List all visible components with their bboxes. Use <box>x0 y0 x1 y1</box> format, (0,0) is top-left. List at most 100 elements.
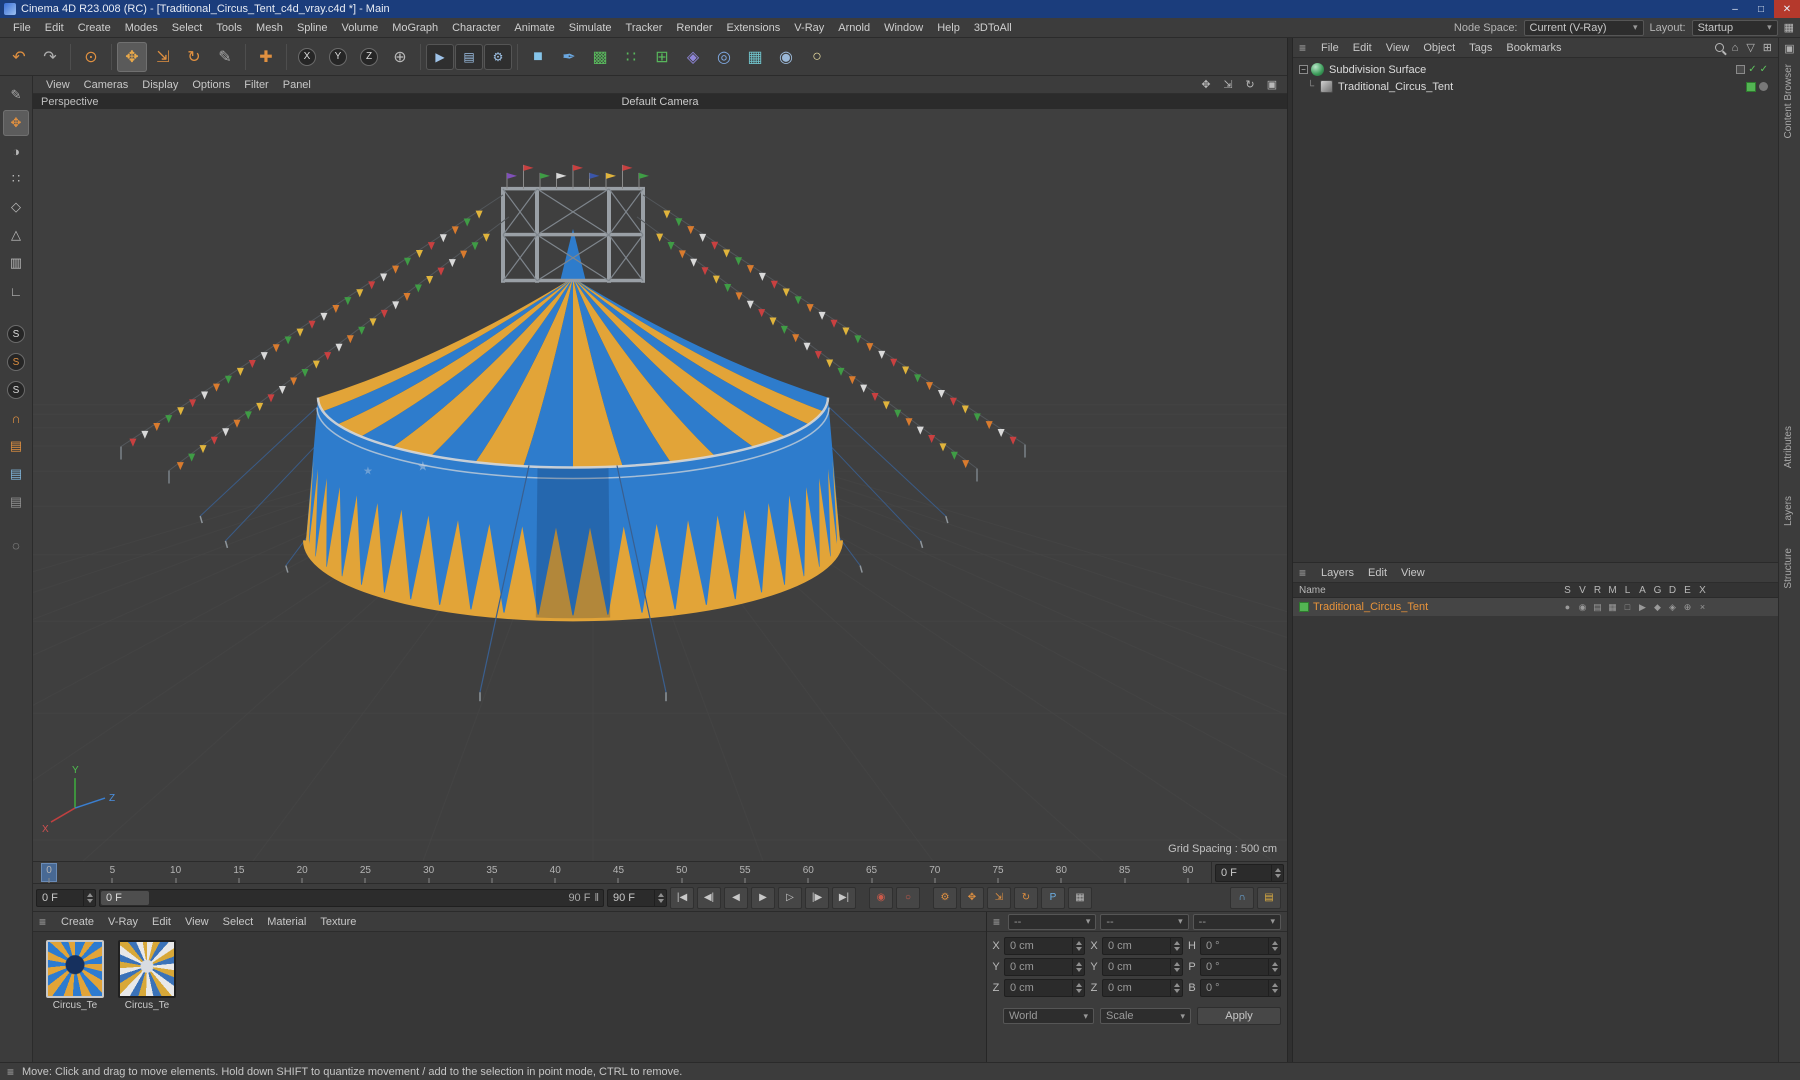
menu-volume[interactable]: Volume <box>335 18 386 37</box>
scale-tool-button[interactable]: ⇲ <box>148 42 178 72</box>
spinner-icon[interactable] <box>654 889 666 906</box>
search-icon[interactable] <box>1714 43 1724 52</box>
panel-dock-icon[interactable]: ▣ <box>1779 38 1800 55</box>
menu-edit[interactable]: Edit <box>38 18 71 37</box>
coord-field-size-x[interactable]: 0 cm <box>1102 937 1183 955</box>
layers-menu-layers[interactable]: Layers <box>1314 567 1361 579</box>
menu-v-ray[interactable]: V-Ray <box>787 18 831 37</box>
expand-toggle[interactable]: − <box>1299 65 1308 74</box>
add-field-button[interactable]: ▦ <box>740 42 770 72</box>
autokey-button[interactable]: ○ <box>896 886 920 909</box>
play-button[interactable]: ▶ <box>751 886 775 909</box>
layer-toggle-deformers-icon[interactable]: ◈ <box>1665 602 1680 613</box>
camera-label[interactable]: Default Camera <box>621 96 698 108</box>
side-tab-content-browser[interactable]: Content Browser <box>1783 64 1794 138</box>
axis-mode-button[interactable]: ∟ <box>3 278 29 304</box>
redo-button[interactable]: ↷ <box>35 42 65 72</box>
apply-button[interactable]: Apply <box>1197 1007 1281 1025</box>
coord-size-mode-select[interactable]: Scale ▾ <box>1100 1008 1191 1024</box>
menu-render[interactable]: Render <box>669 18 719 37</box>
polygons-mode-button[interactable]: △ <box>3 222 29 248</box>
prev-key-button[interactable]: ◀| <box>697 886 721 909</box>
hamburger-icon[interactable]: ≡ <box>993 915 1000 929</box>
visibility-toggle[interactable] <box>1736 65 1746 74</box>
lock-x-button[interactable]: X <box>292 42 322 72</box>
locked-workplane-button[interactable]: ▤ <box>3 461 29 487</box>
prev-frame-button[interactable]: ◀ <box>724 886 748 909</box>
coord-field-position-x[interactable]: 0 cm <box>1004 937 1085 955</box>
viewport[interactable]: Perspective Default Camera ★★★YZX Grid S… <box>33 94 1287 862</box>
spinner-icon[interactable] <box>1170 959 1182 975</box>
spinner-icon[interactable] <box>1268 980 1280 996</box>
menu-mesh[interactable]: Mesh <box>249 18 290 37</box>
undo-button[interactable]: ↶ <box>4 42 34 72</box>
side-tab-layers[interactable]: Layers <box>1783 496 1794 526</box>
layer-toggle-animation-icon[interactable]: ▶ <box>1635 602 1650 613</box>
lock-z-button[interactable]: Z <box>354 42 384 72</box>
menu-create[interactable]: Create <box>71 18 118 37</box>
add-spline-button[interactable]: ✒ <box>554 42 584 72</box>
coord-space-select[interactable]: World ▾ <box>1003 1008 1094 1024</box>
add-cloner-button[interactable]: ⊞ <box>647 42 677 72</box>
spinner-icon[interactable] <box>1072 959 1084 975</box>
vp-menu-view[interactable]: View <box>39 79 77 91</box>
add-array-button[interactable]: ∷ <box>616 42 646 72</box>
node-space-select[interactable]: Current (V-Ray) ▾ <box>1523 19 1644 36</box>
coord-field-rotation-h[interactable]: 0 ° <box>1200 937 1281 955</box>
scale-key-toggle[interactable]: ⇲ <box>987 886 1011 909</box>
layer-row[interactable]: Traditional_Circus_Tent ● ◉ ▤ ▦ □ ▶ ◆ ◈ ⊕ × <box>1293 598 1778 616</box>
rotate-view-icon[interactable]: ↻ <box>1241 77 1259 92</box>
om-menu-view[interactable]: View <box>1379 42 1417 54</box>
viewport-solo-button[interactable]: ◌ <box>3 532 29 558</box>
material-item[interactable]: Circus_Te <box>43 940 107 1011</box>
mat-menu-material[interactable]: Material <box>260 916 313 928</box>
coord-field-rotation-b[interactable]: 0 ° <box>1200 979 1281 997</box>
ruler-frame-value[interactable]: 0 F <box>1221 867 1237 879</box>
snap-2d-button[interactable]: S <box>3 349 29 375</box>
menu-help[interactable]: Help <box>930 18 967 37</box>
edges-mode-button[interactable]: ◇ <box>3 194 29 220</box>
uv-mode-button[interactable]: ▥ <box>3 250 29 276</box>
vp-menu-panel[interactable]: Panel <box>276 79 318 91</box>
last-tool-button[interactable]: ✎ <box>210 42 240 72</box>
material-thumbnail[interactable] <box>118 940 176 998</box>
add-subdivision-surface-button[interactable]: ▩ <box>585 42 615 72</box>
spinner-icon[interactable] <box>1170 938 1182 954</box>
parameter-key-toggle[interactable]: P <box>1041 886 1065 909</box>
coord-field-position-y[interactable]: 0 cm <box>1004 958 1085 976</box>
side-tab-structure[interactable]: Structure <box>1783 548 1794 589</box>
vp-menu-cameras[interactable]: Cameras <box>77 79 136 91</box>
render-picture-viewer-button[interactable]: ▤ <box>455 43 483 70</box>
maximize-view-icon[interactable]: ▣ <box>1263 77 1281 92</box>
layer-toggle-render-icon[interactable]: ▤ <box>1590 602 1605 613</box>
zoom-view-icon[interactable]: ⇲ <box>1219 77 1237 92</box>
layer-toggle-solo-icon[interactable]: ● <box>1560 602 1575 613</box>
menu-modes[interactable]: Modes <box>118 18 165 37</box>
add-light-button[interactable]: ○ <box>802 42 832 72</box>
interface-icon[interactable]: ▦ <box>1784 21 1794 34</box>
workplane-mode-button[interactable]: ▤ <box>3 433 29 459</box>
menu-extensions[interactable]: Extensions <box>719 18 787 37</box>
end-frame-field[interactable]: 90 F <box>607 888 667 907</box>
menu-spline[interactable]: Spline <box>290 18 335 37</box>
snap-3d-button[interactable]: S <box>3 321 29 347</box>
hamburger-icon[interactable]: ≡ <box>1299 566 1306 580</box>
vp-menu-filter[interactable]: Filter <box>237 79 275 91</box>
add-tool-button[interactable]: ✚ <box>251 42 281 72</box>
rotate-tool-button[interactable]: ↻ <box>179 42 209 72</box>
rotation-key-toggle[interactable]: ↻ <box>1014 886 1038 909</box>
side-tab-attributes[interactable]: Attributes <box>1783 426 1794 468</box>
add-volume-button[interactable]: ◎ <box>709 42 739 72</box>
menu-tracker[interactable]: Tracker <box>619 18 670 37</box>
menu-simulate[interactable]: Simulate <box>562 18 619 37</box>
spinner-icon[interactable] <box>83 889 95 906</box>
add-cube-button[interactable]: ■ <box>523 42 553 72</box>
render-view-button[interactable]: ▶ <box>426 43 454 70</box>
vp-menu-display[interactable]: Display <box>135 79 185 91</box>
slider-grip-icon[interactable]: ‖ <box>594 892 599 904</box>
spinner-icon[interactable] <box>1170 980 1182 996</box>
layer-toggle-manager-icon[interactable]: ▦ <box>1605 602 1620 613</box>
mat-menu-v-ray[interactable]: V-Ray <box>101 916 145 928</box>
ruler-track[interactable]: 0 5 10 15 20 25 30 35 40 45 50 55 60 65 70 75 80 85 90 <box>35 862 1209 883</box>
layers-menu-edit[interactable]: Edit <box>1361 567 1394 579</box>
